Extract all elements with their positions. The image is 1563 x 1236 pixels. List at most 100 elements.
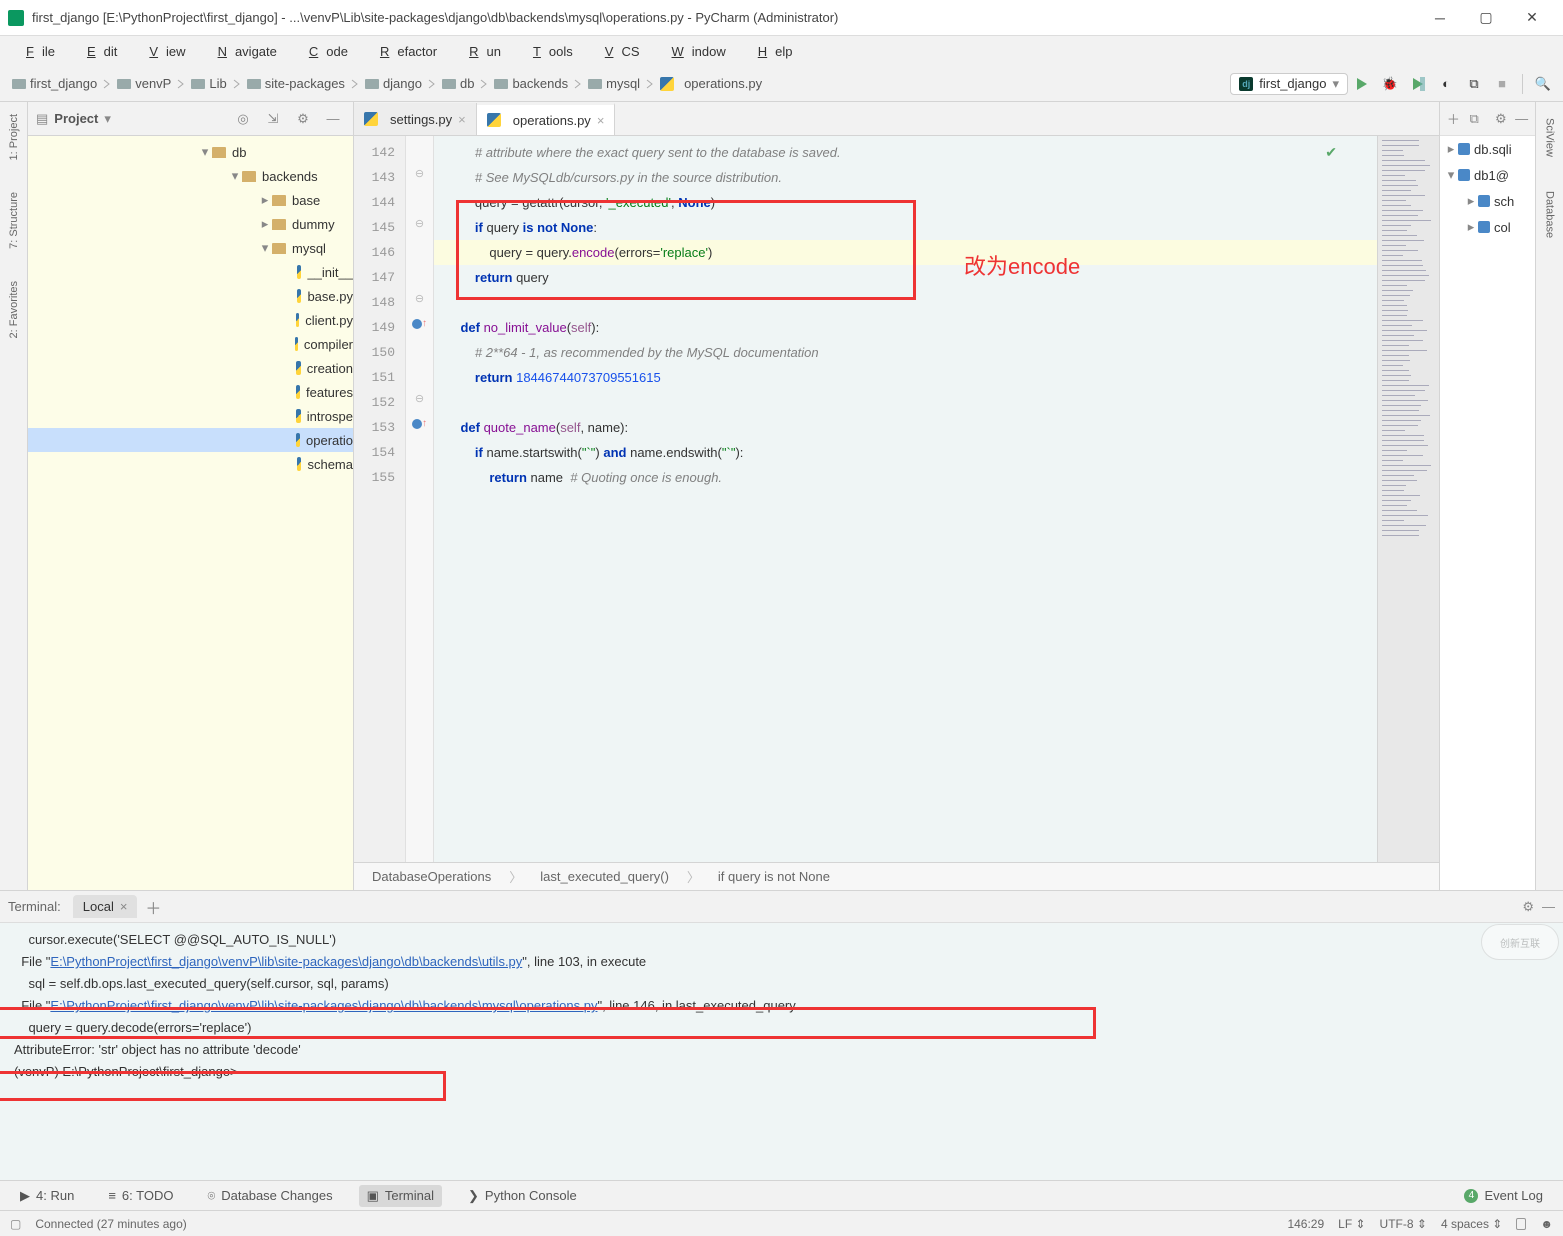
fold-icon[interactable]: ⊖ <box>415 217 424 230</box>
tree-file[interactable]: creation <box>28 356 353 380</box>
fold-icon[interactable]: ⊖ <box>415 167 424 180</box>
add-datasource-icon[interactable]: ＋ <box>1446 109 1461 129</box>
code-editor[interactable]: ✔ 改为encode # attribute where the exact q… <box>434 136 1377 862</box>
run-button[interactable] <box>1348 70 1376 98</box>
terminal-tab-local[interactable]: Local× <box>73 895 138 918</box>
code-line[interactable]: return name # Quoting once is enough. <box>434 465 1377 490</box>
terminal-output[interactable]: cursor.execute('SELECT @@SQL_AUTO_IS_NUL… <box>0 923 1563 1180</box>
breadcrumb-item[interactable]: Lib <box>185 70 232 98</box>
db-settings-icon[interactable]: ⚙ <box>1494 109 1509 129</box>
close-button[interactable]: ✕ <box>1509 3 1555 33</box>
code-line[interactable]: return 18446744073709551615 <box>434 365 1377 390</box>
tree-folder[interactable]: base <box>28 188 353 212</box>
tree-file[interactable]: compiler <box>28 332 353 356</box>
db-tree-item[interactable]: col <box>1440 214 1535 240</box>
code-line[interactable] <box>434 390 1377 415</box>
run-coverage-button[interactable] <box>1404 70 1432 98</box>
duplicate-icon[interactable]: ⧉ <box>1467 109 1482 129</box>
stop-button[interactable]: ■ <box>1488 70 1516 98</box>
menu-vcs[interactable]: VCS <box>589 40 648 63</box>
tree-file[interactable]: __init__ <box>28 260 353 284</box>
terminal-hide-icon[interactable]: — <box>1542 899 1555 914</box>
db-hide-icon[interactable]: — <box>1514 109 1529 129</box>
code-line[interactable]: def quote_name(self, name): <box>434 415 1377 440</box>
line-separator[interactable]: LF ⇕ <box>1338 1217 1365 1231</box>
inspection-profile-icon[interactable]: ☻ <box>1540 1217 1553 1231</box>
db-tree-item[interactable]: db1@ <box>1440 162 1535 188</box>
tree-folder[interactable]: backends <box>28 164 353 188</box>
cursor-position[interactable]: 146:29 <box>1287 1217 1324 1231</box>
tool-tab----structure[interactable]: 7: Structure <box>6 184 22 257</box>
tree-folder[interactable]: db <box>28 140 353 164</box>
bottom-tab----todo[interactable]: ≡6: TODO <box>100 1185 181 1206</box>
close-tab-icon[interactable]: × <box>597 113 605 128</box>
readonly-lock-icon[interactable] <box>1516 1218 1526 1230</box>
tool-tab-sciview[interactable]: SciView <box>1542 110 1558 165</box>
settings-icon[interactable]: ⚙ <box>291 107 315 131</box>
tree-file[interactable]: schema <box>28 452 353 476</box>
fold-icon[interactable]: ⊖ <box>415 392 424 405</box>
tool-tab----project[interactable]: 1: Project <box>6 106 22 168</box>
menu-tools[interactable]: Tools <box>517 40 581 63</box>
profile-button[interactable]: ◐ <box>1432 70 1460 98</box>
new-terminal-button[interactable]: ＋ <box>145 895 161 919</box>
code-line[interactable]: # 2**64 - 1, as recommended by the MySQL… <box>434 340 1377 365</box>
debug-button[interactable]: 🐞 <box>1376 70 1404 98</box>
tree-folder[interactable]: mysql <box>28 236 353 260</box>
code-breadcrumb-item[interactable]: last_executed_query() <box>540 869 669 884</box>
editor-body[interactable]: 1421431441451461471481491501511521531541… <box>354 136 1439 862</box>
tree-file[interactable]: introspe <box>28 404 353 428</box>
menu-refactor[interactable]: Refactor <box>364 40 445 63</box>
tree-file[interactable]: features <box>28 380 353 404</box>
bottom-tab-terminal[interactable]: ▣Terminal <box>359 1185 442 1207</box>
minimize-button[interactable]: ─ <box>1417 3 1463 33</box>
breadcrumb-item[interactable]: operations.py <box>654 70 768 98</box>
breadcrumb-item[interactable]: site-packages <box>241 70 351 98</box>
close-tab-icon[interactable]: × <box>458 112 466 127</box>
menu-file[interactable]: File <box>10 40 63 63</box>
breadcrumb-item[interactable]: db <box>436 70 480 98</box>
breadcrumb-item[interactable]: venvP <box>111 70 177 98</box>
override-marker-icon[interactable] <box>412 319 422 329</box>
menu-window[interactable]: Window <box>656 40 734 63</box>
code-line[interactable]: if name.startswith("`") and name.endswit… <box>434 440 1377 465</box>
fold-icon[interactable]: ⊖ <box>415 292 424 305</box>
db-tree-item[interactable]: sch <box>1440 188 1535 214</box>
file-encoding[interactable]: UTF-8 ⇕ <box>1380 1217 1427 1231</box>
maximize-button[interactable]: ▢ <box>1463 3 1509 33</box>
tree-folder[interactable]: dummy <box>28 212 353 236</box>
locate-icon[interactable]: ◎ <box>231 107 255 131</box>
code-line[interactable]: return query <box>434 265 1377 290</box>
menu-edit[interactable]: Edit <box>71 40 125 63</box>
search-everywhere-button[interactable]: 🔍 <box>1529 70 1557 98</box>
code-breadcrumb-item[interactable]: if query is not None <box>718 869 830 884</box>
breadcrumb-item[interactable]: mysql <box>582 70 646 98</box>
file-link[interactable]: E:\PythonProject\first_django\venvP\lib\… <box>50 954 522 969</box>
file-link[interactable]: E:\PythonProject\first_django\venvP\lib\… <box>50 998 597 1013</box>
menu-navigate[interactable]: Navigate <box>202 40 285 63</box>
menu-run[interactable]: Run <box>453 40 509 63</box>
tree-file[interactable]: operatio <box>28 428 353 452</box>
event-log-button[interactable]: 4Event Log <box>1456 1185 1551 1206</box>
run-config-selector[interactable]: dj first_django ▾ <box>1230 73 1348 95</box>
bottom-tab-python-console[interactable]: ❯Python Console <box>460 1185 585 1207</box>
code-line[interactable]: # attribute where the exact query sent t… <box>434 140 1377 165</box>
breadcrumb-item[interactable]: backends <box>488 70 574 98</box>
project-tree[interactable]: dbbackendsbasedummymysql__init__base.pyc… <box>28 136 353 890</box>
concurrency-button[interactable]: ⧉ <box>1460 70 1488 98</box>
menu-help[interactable]: Help <box>742 40 801 63</box>
editor-minimap[interactable] <box>1377 136 1439 862</box>
code-line[interactable]: def no_limit_value(self): <box>434 315 1377 340</box>
code-line[interactable]: query = query.encode(errors='replace') <box>434 240 1377 265</box>
code-line[interactable]: if query is not None: <box>434 215 1377 240</box>
indent-setting[interactable]: 4 spaces ⇕ <box>1441 1217 1502 1231</box>
editor-tab[interactable]: settings.py× <box>354 103 477 135</box>
code-breadcrumb-item[interactable]: DatabaseOperations <box>372 869 491 884</box>
database-tree[interactable]: db.sqlidb1@schcol <box>1440 136 1535 240</box>
terminal-settings-icon[interactable]: ⚙ <box>1522 899 1534 915</box>
editor-tab[interactable]: operations.py× <box>477 103 616 135</box>
menu-view[interactable]: View <box>133 40 193 63</box>
menu-code[interactable]: Code <box>293 40 356 63</box>
code-line[interactable]: query = getattr(cursor, '_executed', Non… <box>434 190 1377 215</box>
db-tree-item[interactable]: db.sqli <box>1440 136 1535 162</box>
